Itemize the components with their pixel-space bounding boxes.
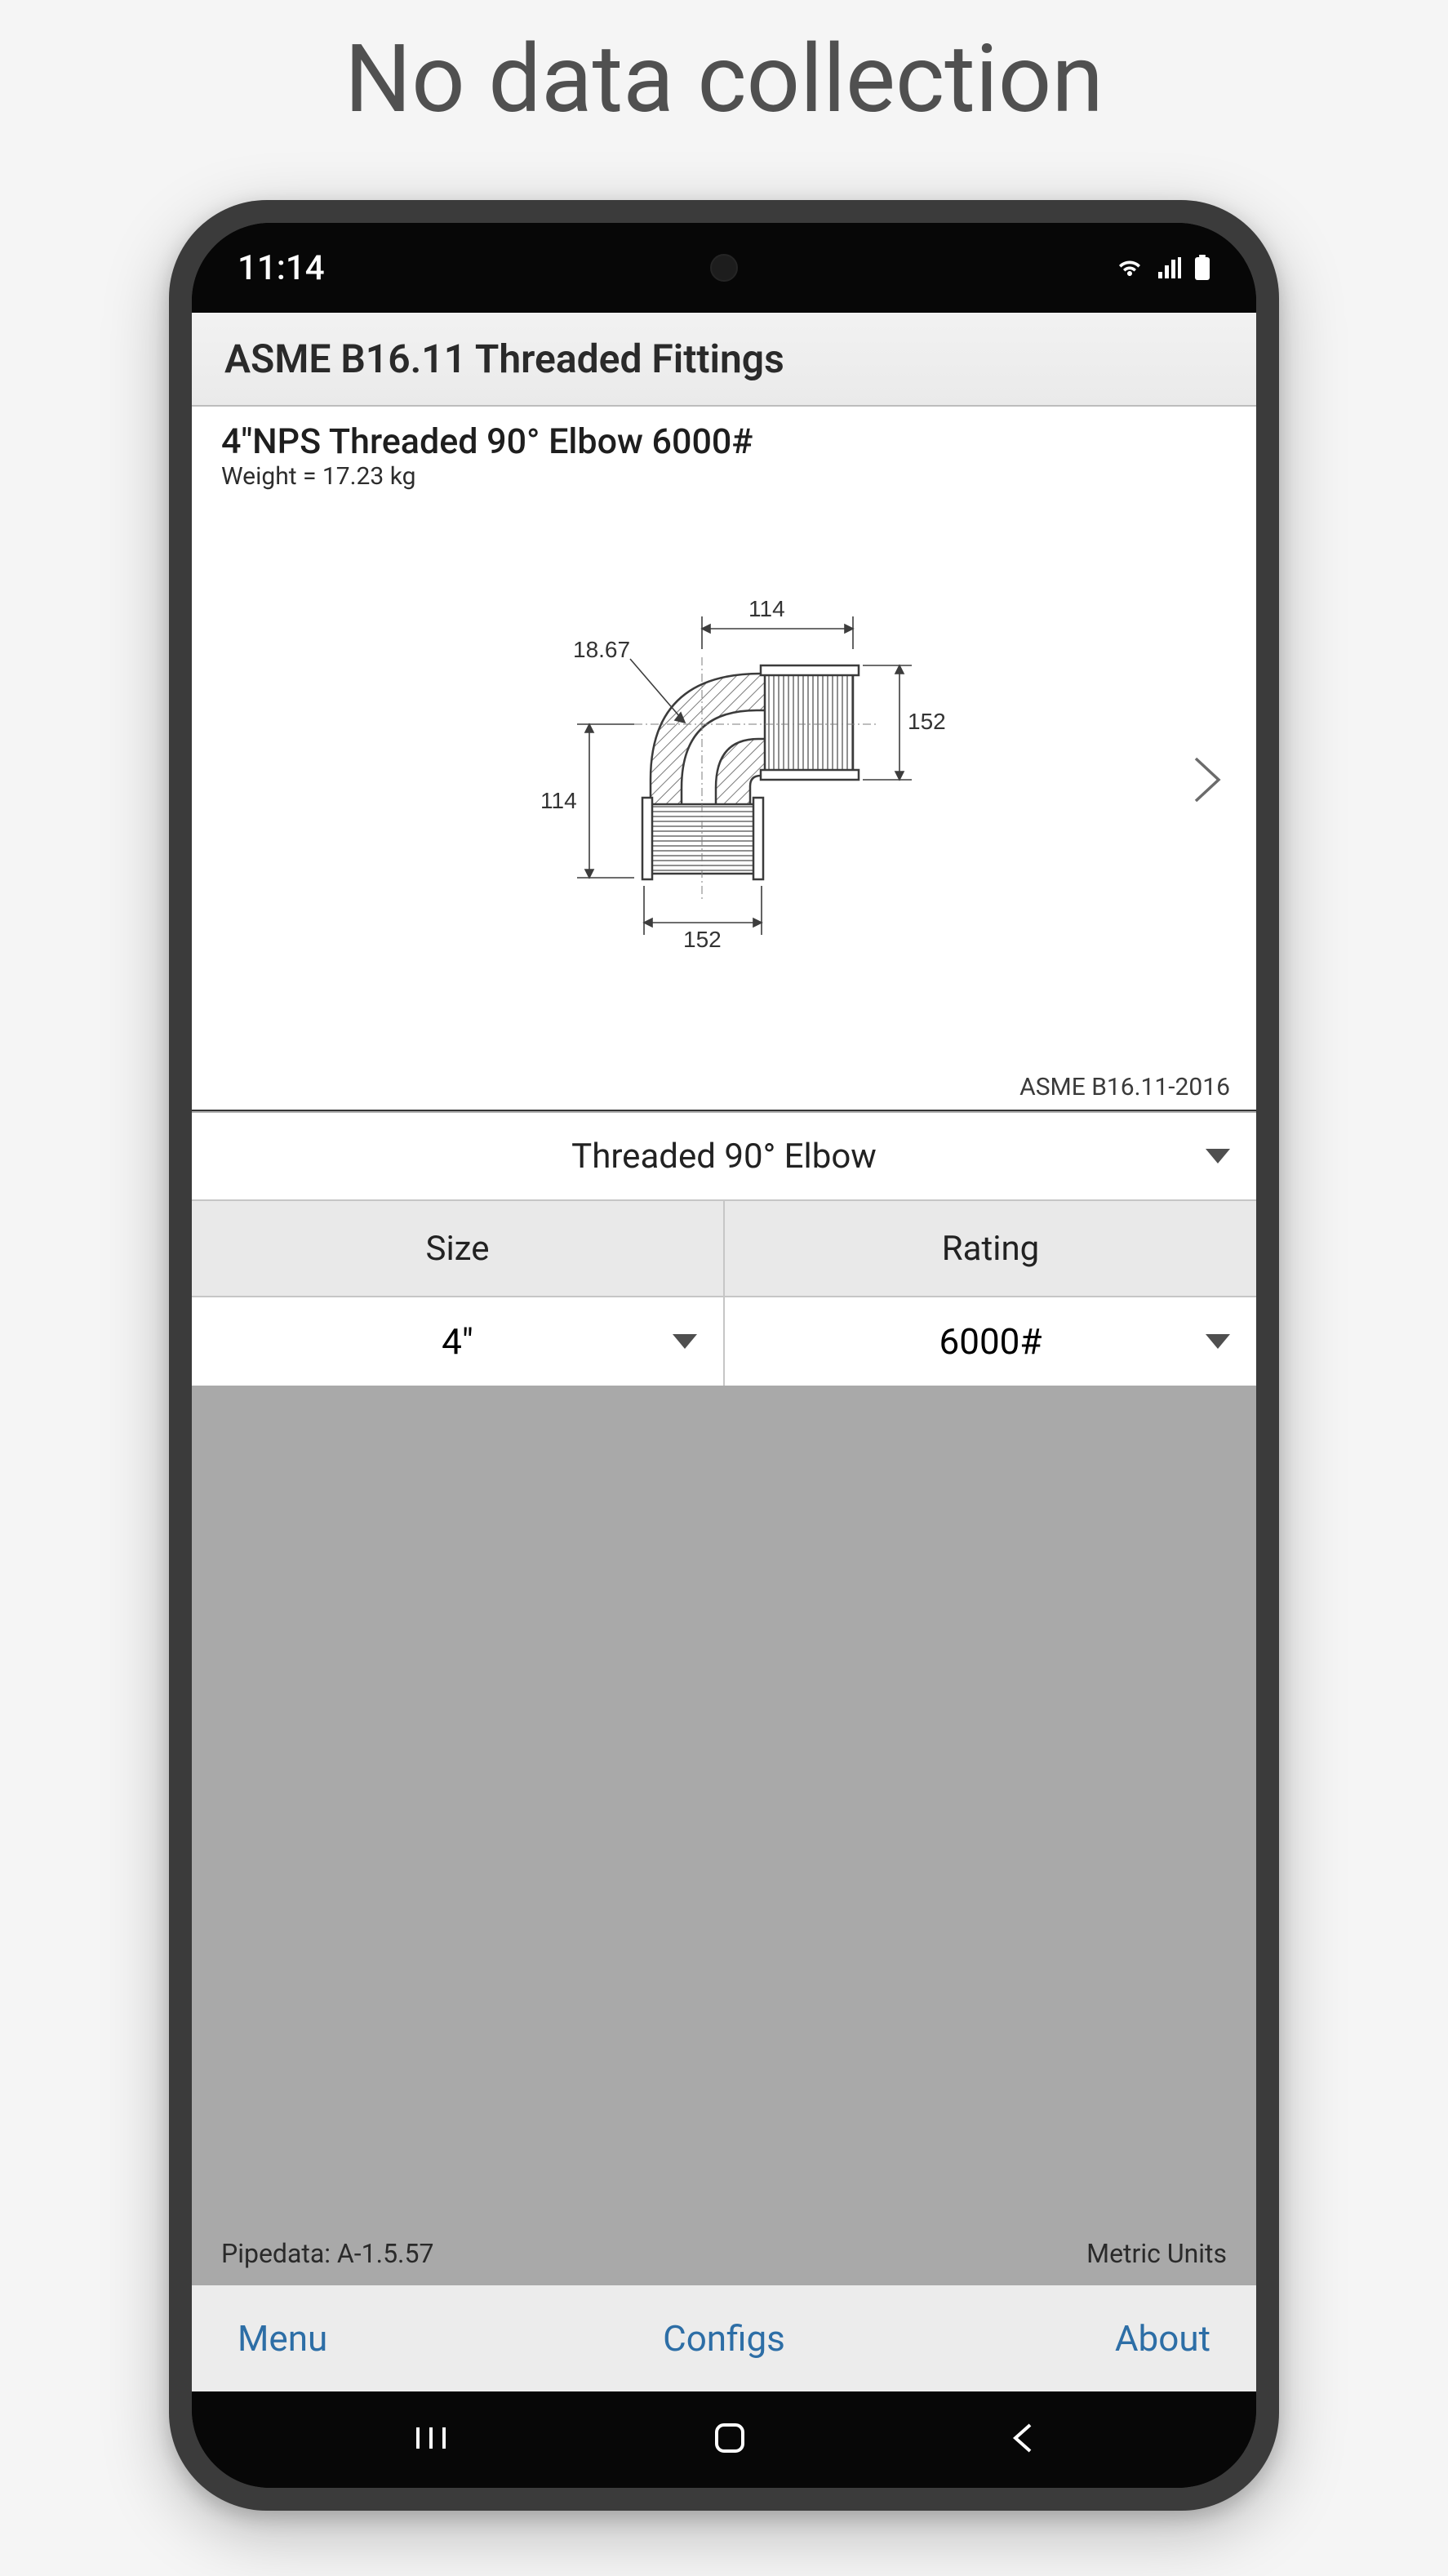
dim-bottom: 152 [683, 927, 722, 952]
home-button[interactable] [713, 2421, 747, 2458]
signal-icon [1157, 257, 1181, 278]
headline: No data collection [0, 0, 1448, 200]
size-header: Size [192, 1201, 723, 1297]
clock: 11:14 [238, 248, 325, 288]
phone-screen: 11:14 ASME B16.11 Threaded [192, 223, 1256, 2488]
page-title: ASME B16.11 Threaded Fittings [224, 336, 1224, 382]
fitting-title: 4"NPS Threaded 90° Elbow 6000# [221, 421, 1227, 462]
empty-area [192, 1386, 1256, 2230]
drawing-area: 114 152 114 152 18.67 [192, 496, 1256, 1067]
spec-reference: ASME B16.11-2016 [192, 1067, 1256, 1111]
size-dropdown[interactable]: 4" [192, 1297, 723, 1386]
rating-dropdown[interactable]: 6000# [725, 1297, 1256, 1386]
recents-button[interactable] [413, 2424, 449, 2455]
dim-right: 152 [908, 709, 946, 734]
size-value: 4" [442, 1320, 473, 1363]
dim-left: 114 [540, 788, 577, 813]
fitting-type-label: Threaded 90° Elbow [571, 1137, 877, 1177]
chevron-down-icon [673, 1334, 697, 1349]
pipedata-version: Pipedata: A-1.5.57 [221, 2238, 433, 2269]
fitting-weight: Weight = 17.23 kg [221, 462, 1227, 491]
chevron-down-icon [1206, 1149, 1230, 1163]
next-button[interactable] [1191, 755, 1224, 808]
phone-frame: 11:14 ASME B16.11 Threaded [169, 200, 1279, 2511]
bottom-tab-bar: Menu Configs About [192, 2285, 1256, 2391]
android-nav-bar [192, 2391, 1256, 2488]
footer-info: Pipedata: A-1.5.57 Metric Units [192, 2230, 1256, 2285]
dim-top: 114 [748, 596, 785, 621]
configs-tab[interactable]: Configs [562, 2317, 886, 2360]
rating-value: 6000# [939, 1320, 1042, 1363]
rating-header: Rating [725, 1201, 1256, 1297]
status-bar: 11:14 [192, 223, 1256, 313]
units-label: Metric Units [1086, 2238, 1227, 2269]
dim-radius: 18.67 [573, 637, 630, 662]
content-panel: 4"NPS Threaded 90° Elbow 6000# Weight = … [192, 407, 1256, 1113]
fitting-drawing: 114 152 114 152 18.67 [438, 535, 1010, 1028]
wifi-icon [1116, 257, 1144, 278]
back-button[interactable] [1010, 2422, 1035, 2458]
app-header: ASME B16.11 Threaded Fittings [192, 313, 1256, 407]
about-tab[interactable]: About [886, 2317, 1210, 2360]
size-rating-table: Size 4" Rating 6000# [192, 1201, 1256, 1386]
fitting-type-dropdown[interactable]: Threaded 90° Elbow [192, 1113, 1256, 1201]
chevron-down-icon [1206, 1334, 1230, 1349]
menu-tab[interactable]: Menu [238, 2317, 562, 2360]
battery-icon [1194, 255, 1210, 281]
front-camera [710, 254, 738, 282]
